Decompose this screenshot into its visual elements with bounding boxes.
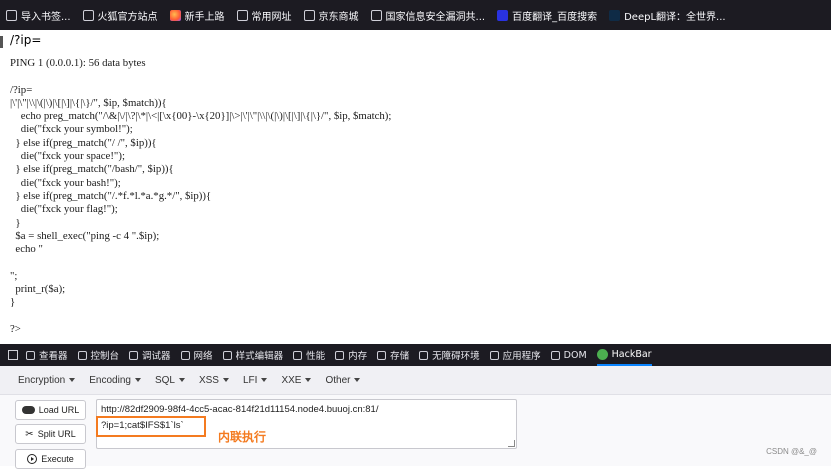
load-url-button[interactable]: Load URL xyxy=(15,400,86,420)
play-icon xyxy=(27,454,38,464)
firefox-icon xyxy=(169,9,181,21)
split-url-button[interactable]: ✂ Split URL xyxy=(15,424,86,444)
scissors-icon: ✂ xyxy=(25,428,34,440)
bookmark-import[interactable]: 导入书签... xyxy=(6,8,71,23)
caret-down-icon xyxy=(69,378,76,382)
memory-icon xyxy=(335,350,345,360)
performance-icon xyxy=(293,350,303,360)
tab-application[interactable]: 应用程序 xyxy=(489,344,541,366)
hackbar-icon xyxy=(596,348,608,360)
debugger-icon xyxy=(129,350,139,360)
baidu-icon xyxy=(497,9,509,21)
bookmark-firefox-official[interactable]: 火狐官方站点 xyxy=(82,8,158,23)
annotation-label: 内联执行 xyxy=(218,430,267,444)
bookmark-common-sites[interactable]: 常用网址 xyxy=(236,8,292,23)
tab-debugger[interactable]: 调试器 xyxy=(129,344,171,366)
menu-sql[interactable]: SQL xyxy=(155,375,185,386)
tab-network[interactable]: 网络 xyxy=(180,344,213,366)
tab-dom[interactable]: DOM xyxy=(550,344,587,366)
tab-memory[interactable]: 内存 xyxy=(335,344,367,366)
globe-icon xyxy=(303,9,315,21)
caret-down-icon xyxy=(222,378,229,382)
menu-encoding[interactable]: Encoding xyxy=(89,375,141,386)
tab-console[interactable]: 控制台 xyxy=(77,344,119,366)
sidebar-edge xyxy=(0,36,3,48)
bookmark-getting-started[interactable]: 新手上路 xyxy=(169,8,225,23)
globe-icon xyxy=(370,9,382,21)
tab-inspector[interactable]: 查看器 xyxy=(26,344,68,366)
tab-performance[interactable]: 性能 xyxy=(293,344,325,366)
console-icon xyxy=(77,350,87,360)
bookmark-jd[interactable]: 京东商城 xyxy=(303,8,359,23)
tab-accessibility[interactable]: 无障碍环境 xyxy=(419,344,480,366)
devtools-toolbar: 查看器 控制台 调试器 网络 样式编辑器 性能 内存 存储 无障碍环境 应用程序… xyxy=(0,344,831,366)
caret-down-icon xyxy=(354,378,361,382)
bookmark-cnnvd[interactable]: 国家信息安全漏洞共... xyxy=(370,8,485,23)
php-source-output: PING 1 (0.0.0.1): 56 data bytes /?ip= |\… xyxy=(10,57,392,335)
deepl-icon xyxy=(609,9,621,21)
hackbar-panel: Encryption Encoding SQL XSS LFI XXE Othe… xyxy=(0,366,831,469)
bookmark-deepl[interactable]: DeepL翻译：全世界... xyxy=(609,8,726,23)
resize-handle-icon[interactable] xyxy=(508,440,515,447)
menu-lfi[interactable]: LFI xyxy=(243,375,268,386)
hackbar-menubar: Encryption Encoding SQL XSS LFI XXE Othe… xyxy=(0,366,831,395)
tab-storage[interactable]: 存储 xyxy=(377,344,409,366)
url-line-1: http://82df2909-98f4-4cc5-acac-814f21d11… xyxy=(101,404,379,415)
network-icon xyxy=(180,350,190,360)
tab-hackbar[interactable]: HackBar xyxy=(596,344,652,366)
menu-other[interactable]: Other xyxy=(325,375,361,386)
bookmark-baidu-translate[interactable]: 百度翻译_百度搜索 xyxy=(497,8,597,23)
tab-style-editor[interactable]: 样式编辑器 xyxy=(222,344,283,366)
execute-button[interactable]: Execute xyxy=(15,449,86,469)
payload-highlight-box xyxy=(96,416,206,437)
bookmarks-toolbar: 导入书签... 火狐官方站点 新手上路 常用网址 京东商城 国家信息安全漏洞共.… xyxy=(0,0,831,30)
accessibility-icon xyxy=(419,350,429,360)
caret-down-icon xyxy=(261,378,268,382)
watermark: CSDN @&_@ xyxy=(766,447,817,456)
storage-icon xyxy=(377,350,387,360)
page-content: /?ip= PING 1 (0.0.0.1): 56 data bytes /?… xyxy=(0,30,831,344)
folder-icon xyxy=(82,9,94,21)
caret-down-icon xyxy=(178,378,185,382)
caret-down-icon xyxy=(305,378,312,382)
element-picker-icon[interactable] xyxy=(8,350,18,360)
page-heading: /?ip= xyxy=(10,33,42,47)
style-editor-icon xyxy=(222,350,232,360)
application-icon xyxy=(489,350,499,360)
folder-icon xyxy=(236,9,248,21)
menu-xxe[interactable]: XXE xyxy=(281,375,312,386)
menu-encryption[interactable]: Encryption xyxy=(18,375,76,386)
caret-down-icon xyxy=(134,378,141,382)
menu-xss[interactable]: XSS xyxy=(199,375,229,386)
dom-icon xyxy=(550,350,560,360)
cloud-download-icon xyxy=(21,406,35,414)
inspector-icon xyxy=(26,350,35,360)
import-icon xyxy=(6,9,17,21)
